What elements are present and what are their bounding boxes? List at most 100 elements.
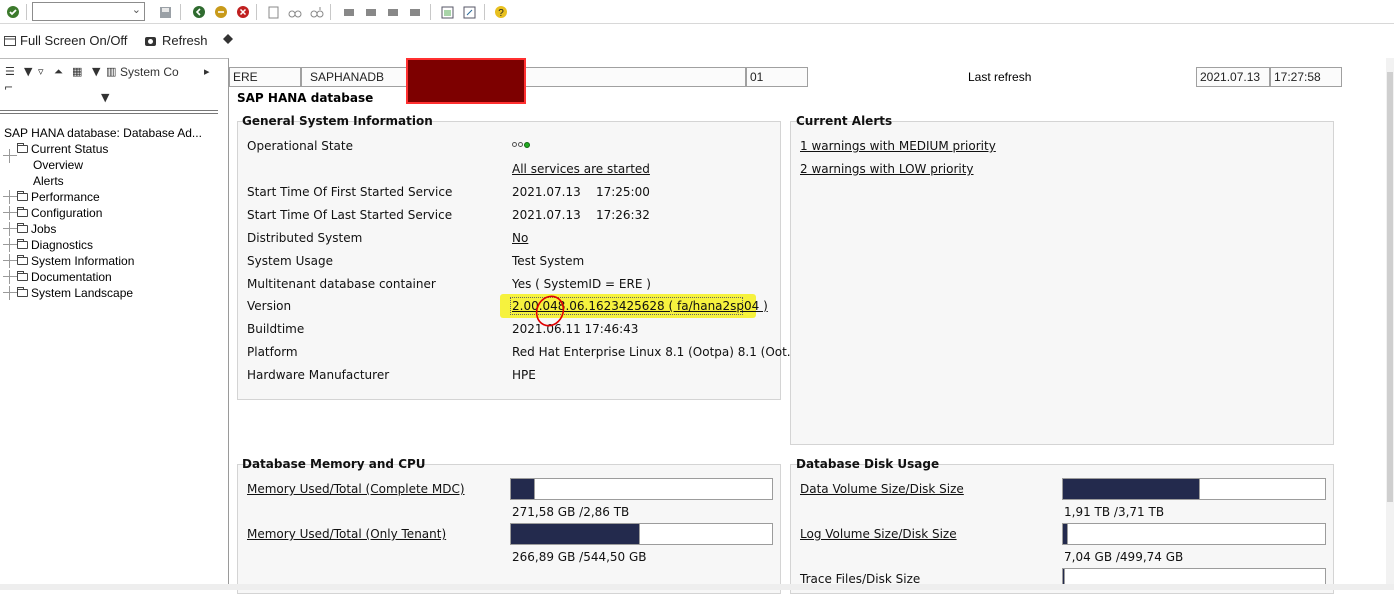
folder-icon (17, 239, 28, 249)
folder-icon (17, 223, 28, 233)
plus-icon[interactable] (3, 222, 17, 236)
refresh-label: Refresh (162, 33, 208, 48)
vertical-scrollbar[interactable] (1386, 58, 1394, 584)
first-page-icon[interactable] (340, 3, 358, 21)
create-session-icon[interactable] (438, 3, 456, 21)
tree-item-label: Current Status (31, 142, 109, 156)
services-status-link[interactable]: All services are started (512, 162, 650, 176)
tree-item-diagnostics[interactable]: Diagnostics (0, 237, 93, 253)
tree-item-label: Documentation (31, 270, 112, 284)
toolbar-separator (256, 4, 257, 20)
alerts-title: Current Alerts (796, 114, 893, 128)
status-strip (0, 584, 1394, 590)
log-volume-link[interactable]: Log Volume Size/Disk Size (800, 527, 957, 541)
bar-fill (511, 524, 639, 544)
log-volume-value: 7,04 GB /499,74 GB (1064, 550, 1184, 564)
fullscreen-button[interactable]: Full Screen On/Off (4, 33, 127, 48)
tree-item-label: System Information (31, 254, 135, 268)
chevron-down-icon[interactable]: ⌄ (132, 3, 141, 16)
cancel-icon[interactable] (234, 3, 252, 21)
toolbar-separator (430, 4, 431, 20)
settings-diamond-icon[interactable] (222, 33, 234, 45)
memory-complete-bar (510, 478, 773, 500)
data-volume-value: 1,91 TB /3,71 TB (1064, 505, 1165, 519)
memory-cpu-title: Database Memory and CPU (242, 457, 426, 471)
tree-item-system-information[interactable]: System Information (0, 253, 134, 269)
system-config-icon[interactable]: ▥ (106, 65, 116, 78)
memory-complete-link[interactable]: Memory Used/Total (Complete MDC) (247, 482, 465, 496)
data-volume-bar (1062, 478, 1326, 500)
info-label: System Usage (247, 254, 333, 268)
chevron-down-icon[interactable]: ▼ (101, 91, 109, 104)
caret-down-icon[interactable]: ▼ (24, 65, 32, 78)
tree-item-label: Jobs (31, 222, 57, 236)
next-page-icon[interactable] (384, 3, 402, 21)
tree-item-label: Performance (31, 190, 100, 204)
previous-page-icon[interactable] (362, 3, 380, 21)
scrollbar-thumb[interactable] (1387, 72, 1393, 502)
plus-icon[interactable] (3, 190, 17, 204)
distributed-system-link[interactable]: No (512, 231, 528, 245)
plus-icon[interactable] (3, 286, 17, 300)
tree-item-jobs[interactable]: Jobs (0, 221, 56, 237)
chevron-right-icon[interactable]: ▸ (204, 65, 210, 78)
page-title: SAP HANA database (237, 91, 374, 105)
fullscreen-label: Full Screen On/Off (20, 33, 128, 48)
tree-item-configuration[interactable]: Configuration (0, 205, 102, 221)
memory-tenant-link[interactable]: Memory Used/Total (Only Tenant) (247, 527, 446, 541)
folder-icon (17, 191, 28, 201)
minus-icon[interactable] (3, 148, 17, 163)
tree-toolbar: ☰ ▼ ▿ ⏶ ▦ ▼ ▥ System Co ▸ ⌐ ▼ (0, 59, 218, 114)
tree-item-performance[interactable]: Performance (0, 189, 100, 205)
operational-state-label: Operational State (247, 139, 353, 153)
plus-icon[interactable] (3, 270, 17, 284)
status-lights-icon (512, 142, 530, 148)
last-refresh-date: 2021.07.13 (1196, 67, 1270, 87)
expand-all-icon[interactable]: ▿ (38, 65, 44, 78)
last-refresh-time: 17:27:58 (1270, 67, 1342, 87)
caret-down-icon[interactable]: ▼ (92, 65, 100, 78)
system-config-label[interactable]: System Co (120, 65, 179, 79)
print-icon[interactable] (264, 3, 282, 21)
collapse-all-icon[interactable]: ⏶ (54, 65, 63, 79)
tree-item-overview[interactable]: Overview (33, 157, 83, 173)
checkmark-icon[interactable] (4, 3, 22, 21)
bar-divider (1066, 524, 1068, 544)
info-value: Test System (512, 254, 585, 268)
info-label: Hardware Manufacturer (247, 368, 390, 382)
tree-layout-icon[interactable]: ▦ (72, 65, 82, 78)
low-alerts-link[interactable]: 2 warnings with LOW priority (800, 162, 974, 176)
back-icon[interactable] (190, 3, 208, 21)
tree-item-documentation[interactable]: Documentation (0, 269, 112, 285)
plus-icon[interactable] (3, 238, 17, 252)
refresh-button[interactable]: Refresh (144, 33, 208, 48)
folder-icon (17, 271, 28, 281)
last-page-icon[interactable] (406, 3, 424, 21)
tree-item-current-status[interactable]: Current Status (0, 141, 109, 163)
command-field[interactable]: ⌄ (32, 2, 145, 21)
exit-icon[interactable] (212, 3, 230, 21)
tree-root[interactable]: SAP HANA database: Database Ad... (4, 125, 202, 141)
data-volume-link[interactable]: Data Volume Size/Disk Size (800, 482, 964, 496)
folder-open-icon (17, 143, 28, 153)
tree-item-system-landscape[interactable]: System Landscape (0, 285, 133, 301)
fullscreen-icon (4, 35, 16, 46)
save-icon[interactable] (156, 3, 174, 21)
instance-field: 01 (746, 67, 808, 87)
info-label: Distributed System (247, 231, 363, 245)
find-icon[interactable] (286, 3, 304, 21)
redaction-box (406, 58, 526, 104)
plus-icon[interactable] (3, 254, 17, 268)
general-info-title: General System Information (242, 114, 433, 128)
tree-item-alerts[interactable]: Alerts (33, 173, 64, 189)
help-icon[interactable]: ? (492, 3, 510, 21)
bar-divider (638, 524, 640, 544)
shortcut-icon[interactable] (460, 3, 478, 21)
medium-alerts-link[interactable]: 1 warnings with MEDIUM priority (800, 139, 996, 153)
info-value: 2021.07.13 17:25:00 (512, 185, 650, 199)
refresh-icon (145, 36, 156, 46)
tree-menu-icon[interactable]: ☰ (5, 65, 15, 78)
plus-icon[interactable] (3, 206, 17, 220)
find-next-icon[interactable] (308, 3, 326, 21)
toolbar-separator (26, 4, 27, 20)
